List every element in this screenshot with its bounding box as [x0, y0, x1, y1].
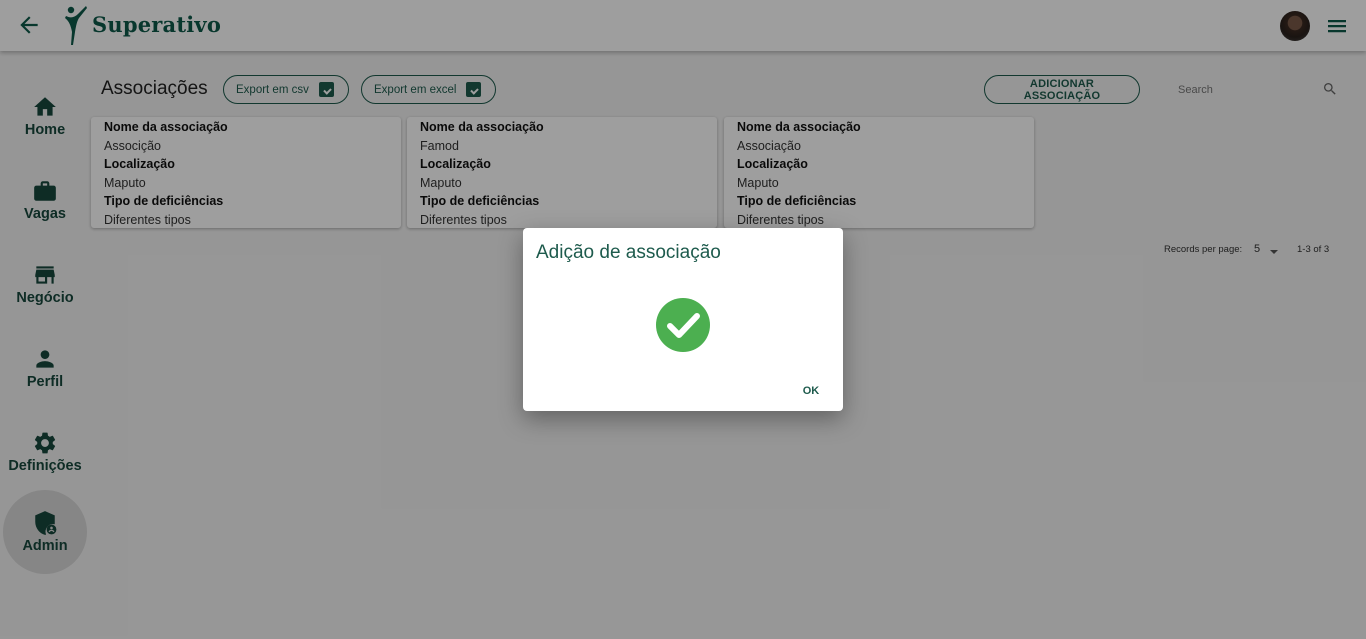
check-circle-icon — [656, 298, 710, 352]
dialog-title: Adição de associação — [536, 242, 721, 263]
ok-button[interactable]: OK — [793, 380, 829, 402]
success-dialog: Adição de associação OK — [523, 228, 843, 411]
